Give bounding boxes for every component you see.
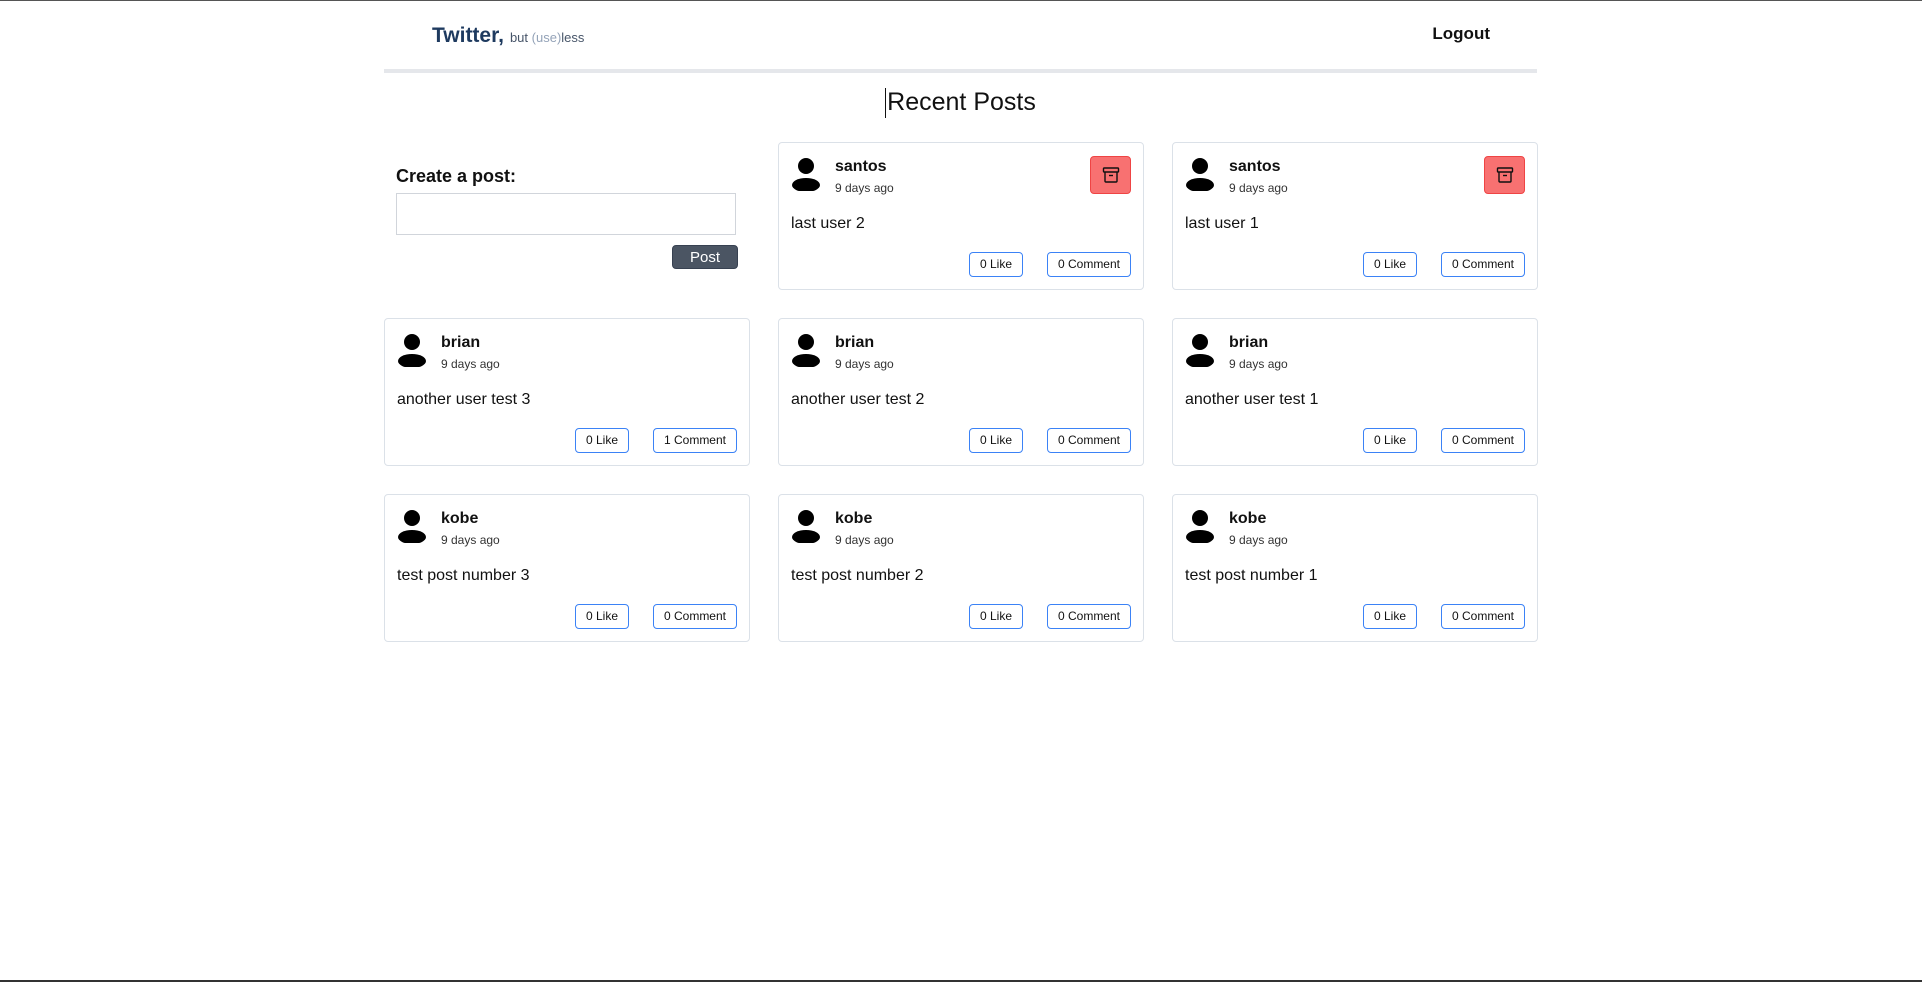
delete-post-button[interactable] [1484,156,1525,194]
text-caret [885,88,887,119]
post-content: another user test 1 [1185,391,1319,408]
post-card: brian 9 days ago another user test 3 0 L… [384,318,750,466]
post-card: santos 9 days ago last user 2 0 Like 0 C… [778,142,1144,290]
brand-link[interactable]: Twitter, but (use)less [432,24,584,48]
user-avatar-icon [792,158,820,191]
posts-grid: Create a post: Post santos 9 days ago la… [384,142,1538,642]
post-content: another user test 2 [791,391,925,408]
post-card: kobe 9 days ago test post number 3 0 Lik… [384,494,750,642]
post-content: test post number 2 [791,567,924,584]
page-title: Recent Posts [384,87,1537,119]
like-button[interactable]: 0 Like [1362,252,1417,277]
brand-but: but [509,30,529,45]
post-username[interactable]: brian [835,334,874,352]
post-card: brian 9 days ago another user test 2 0 L… [778,318,1144,466]
post-username[interactable]: kobe [441,510,478,528]
like-button[interactable]: 0 Like [1362,428,1417,453]
archive-icon [1496,167,1513,183]
user-avatar-icon [1186,158,1214,191]
post-content: last user 2 [791,215,865,232]
comment-button[interactable]: 0 Comment [1440,252,1525,277]
create-post-label: Create a post: [396,166,517,186]
post-timestamp: 9 days ago [835,357,894,371]
brand-use: (use) [531,30,562,45]
comment-button[interactable]: 0 Comment [1046,428,1131,453]
user-avatar-icon [398,334,426,367]
post-content: test post number 1 [1185,567,1318,584]
user-avatar-icon [792,334,820,367]
post-card: kobe 9 days ago test post number 2 0 Lik… [778,494,1144,642]
post-content: last user 1 [1185,215,1259,232]
post-button[interactable]: Post [672,245,738,269]
comment-button[interactable]: 1 Comment [652,428,737,453]
post-timestamp: 9 days ago [441,533,500,547]
create-post-form: Create a post: Post [384,142,750,290]
page-container: Twitter, but (use)less Logout Recent Pos… [384,1,1538,642]
logout-button[interactable]: Logout [1432,24,1490,44]
post-timestamp: 9 days ago [835,181,894,195]
like-button[interactable]: 0 Like [968,604,1023,629]
user-avatar-icon [1186,334,1214,367]
archive-icon [1102,167,1119,183]
comment-button[interactable]: 0 Comment [1046,252,1131,277]
post-timestamp: 9 days ago [1229,357,1288,371]
create-post-input[interactable] [396,193,736,235]
brand-subtitle: but (use)less [510,30,584,45]
post-username[interactable]: santos [1229,158,1281,176]
post-username[interactable]: brian [1229,334,1268,352]
post-card: santos 9 days ago last user 1 0 Like 0 C… [1172,142,1538,290]
post-timestamp: 9 days ago [835,533,894,547]
post-content: another user test 3 [397,391,531,408]
like-button[interactable]: 0 Like [574,604,629,629]
brand-less: less [561,30,585,45]
comment-button[interactable]: 0 Comment [1046,604,1131,629]
post-username[interactable]: brian [441,334,480,352]
like-button[interactable]: 0 Like [574,428,629,453]
brand-title: Twitter, [432,24,504,47]
post-timestamp: 9 days ago [1229,181,1288,195]
post-card: brian 9 days ago another user test 1 0 L… [1172,318,1538,466]
comment-button[interactable]: 0 Comment [652,604,737,629]
page-title-text: Recent Posts [887,88,1036,116]
navbar: Twitter, but (use)less Logout [384,1,1537,73]
comment-button[interactable]: 0 Comment [1440,428,1525,453]
user-avatar-icon [1186,510,1214,543]
user-avatar-icon [398,510,426,543]
post-username[interactable]: kobe [1229,510,1266,528]
post-username[interactable]: santos [835,158,887,176]
like-button[interactable]: 0 Like [968,252,1023,277]
post-card: kobe 9 days ago test post number 1 0 Lik… [1172,494,1538,642]
user-avatar-icon [792,510,820,543]
comment-button[interactable]: 0 Comment [1440,604,1525,629]
post-username[interactable]: kobe [835,510,872,528]
app-window: Twitter, but (use)less Logout Recent Pos… [0,0,1922,982]
like-button[interactable]: 0 Like [968,428,1023,453]
delete-post-button[interactable] [1090,156,1131,194]
post-timestamp: 9 days ago [441,357,500,371]
post-content: test post number 3 [397,567,530,584]
like-button[interactable]: 0 Like [1362,604,1417,629]
post-timestamp: 9 days ago [1229,533,1288,547]
